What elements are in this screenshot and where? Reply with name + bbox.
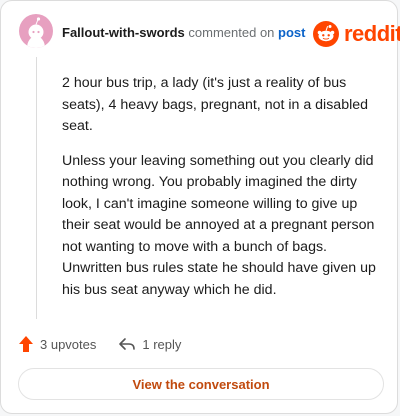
reply-count: 1 reply [142, 336, 182, 352]
comment-card: Fallout-with-swords commented on post re… [0, 0, 400, 414]
reddit-alien-icon [313, 21, 339, 47]
view-conversation-button[interactable]: View the conversation [18, 368, 384, 400]
comment-actions: 3 upvotes 1 reply [18, 334, 181, 354]
comment-paragraph: 2 hour bus trip, a lady (it's just a rea… [62, 75, 369, 134]
reply-arrow-icon [119, 338, 136, 350]
comment-header: Fallout-with-swords commented on post [62, 25, 305, 41]
snoo-avatar-icon [27, 17, 45, 48]
upvote-count: 3 upvotes [40, 336, 97, 352]
post-link[interactable]: post [278, 25, 305, 40]
action-text: commented on [188, 25, 275, 40]
reply-button[interactable]: 1 reply [118, 336, 181, 352]
reddit-logo[interactable]: reddit [313, 21, 400, 47]
avatar[interactable] [19, 14, 53, 48]
reddit-wordmark: reddit [344, 21, 400, 46]
author-username[interactable]: Fallout-with-swords [62, 25, 185, 40]
comment-body: 2 hour bus trip, a lady (it's just a rea… [62, 73, 382, 314]
upvote-arrow-icon [19, 336, 33, 352]
comment-paragraph: Unless your leaving something out you cl… [62, 152, 376, 298]
thread-line[interactable] [36, 57, 37, 319]
upvote-button[interactable]: 3 upvotes [18, 335, 96, 353]
